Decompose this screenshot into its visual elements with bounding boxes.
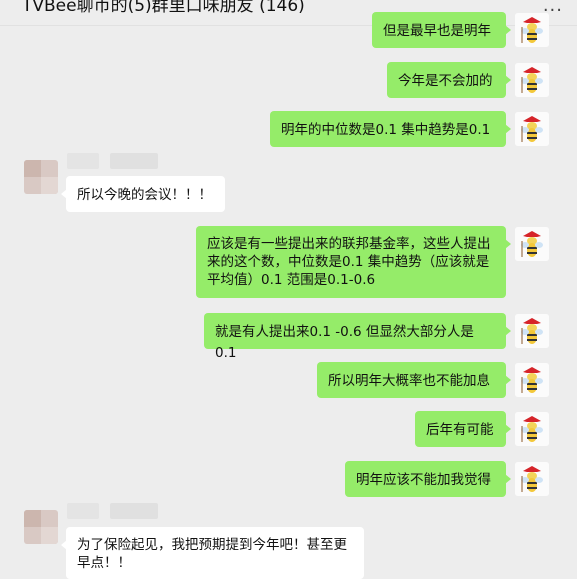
- my-avatar[interactable]: [515, 363, 549, 397]
- bee-avatar-icon: [515, 314, 549, 348]
- message-bubble: 所以明年大概率也不能加息: [317, 362, 511, 398]
- message-text: 为了保险起见，我把预期提到今年吧！甚至更早点！！: [77, 537, 347, 571]
- my-avatar[interactable]: [515, 412, 549, 446]
- message-text: 就是有人提出来0.1 -0.6 但显然大部分人是0.1: [215, 324, 474, 361]
- sender-avatar[interactable]: [24, 160, 58, 194]
- chat-title: TVBee聊币的(5)群里口味朋友 (146): [22, 0, 305, 16]
- message-text: 所以今晚的会议！！！: [77, 187, 212, 203]
- message-text: 应该是有一些提出来的联邦基金率，这些人提出来的这个数，中位数是0.1 集中趋势（…: [207, 236, 491, 288]
- bee-avatar-icon: [515, 363, 549, 397]
- message-text: 明年的中位数是0.1 集中趋势是0.1: [281, 122, 491, 138]
- message-bubble: 就是有人提出来0.1 -0.6 但显然大部分人是0.1: [204, 313, 511, 361]
- message-text: 但是最早也是明年: [383, 23, 491, 39]
- my-avatar[interactable]: [515, 227, 549, 261]
- bee-avatar-icon: [515, 13, 549, 47]
- message-text: 所以明年大概率也不能加息: [328, 373, 490, 389]
- my-avatar[interactable]: [515, 13, 549, 47]
- my-avatar[interactable]: [515, 462, 549, 496]
- sender-name-blurred: [67, 503, 99, 519]
- sender-name-blurred: [67, 153, 99, 169]
- message-bubble: 为了保险起见，我把预期提到今年吧！甚至更早点！！: [61, 527, 364, 579]
- message-bubble: 所以今晚的会议！！！: [61, 176, 225, 212]
- bee-avatar-icon: [515, 227, 549, 261]
- sender-name-blurred: [110, 153, 158, 169]
- bee-avatar-icon: [515, 112, 549, 146]
- bee-avatar-icon: [515, 462, 549, 496]
- bee-avatar-icon: [515, 63, 549, 97]
- message-bubble: 但是最早也是明年: [372, 12, 511, 48]
- message-text: 后年有可能: [426, 422, 494, 438]
- message-bubble: 应该是有一些提出来的联邦基金率，这些人提出来的这个数，中位数是0.1 集中趋势（…: [196, 226, 511, 298]
- my-avatar[interactable]: [515, 63, 549, 97]
- message-text: 今年是不会加的: [398, 73, 493, 89]
- sender-avatar[interactable]: [24, 510, 58, 544]
- my-avatar[interactable]: [515, 314, 549, 348]
- sender-name-blurred: [110, 503, 158, 519]
- message-bubble: 明年的中位数是0.1 集中趋势是0.1: [270, 111, 511, 147]
- message-bubble: 今年是不会加的: [387, 62, 511, 98]
- my-avatar[interactable]: [515, 112, 549, 146]
- message-text: 明年应该不能加我觉得: [356, 472, 491, 488]
- bee-avatar-icon: [515, 412, 549, 446]
- message-bubble: 明年应该不能加我觉得: [345, 461, 511, 497]
- message-bubble: 后年有可能: [415, 411, 511, 447]
